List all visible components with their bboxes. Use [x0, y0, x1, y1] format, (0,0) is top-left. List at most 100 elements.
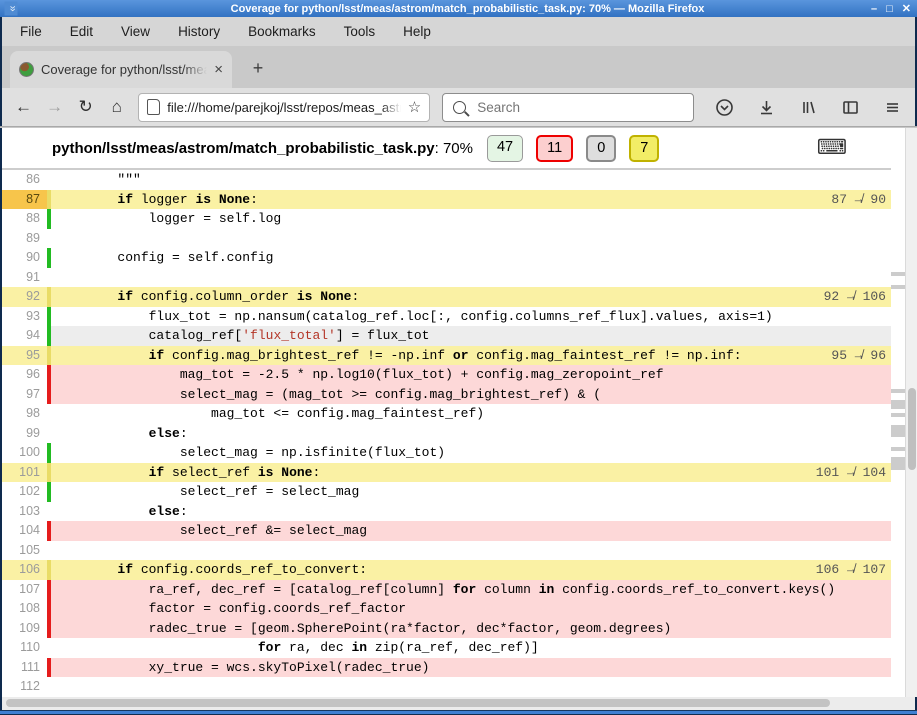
line-number-105[interactable]: 105: [2, 541, 47, 561]
menu-item-history[interactable]: History: [164, 24, 234, 39]
coverage-scroll-marker: [891, 128, 905, 697]
search-input[interactable]: [475, 99, 683, 116]
vertical-scrollbar[interactable]: [905, 128, 917, 697]
line-number-95[interactable]: 95: [2, 346, 47, 366]
source-line-99: 99 else:: [2, 424, 893, 444]
line-code-108: factor = config.coords_ref_factor: [47, 599, 893, 619]
pocket-icon[interactable]: [708, 92, 741, 122]
line-number-102[interactable]: 102: [2, 482, 47, 502]
source-line-88: 88 logger = self.log: [2, 209, 893, 229]
line-code-93: flux_tot = np.nansum(catalog_ref.loc[:, …: [47, 307, 893, 327]
source-line-105: 105: [2, 541, 893, 561]
menu-hamburger-icon[interactable]: [876, 92, 909, 122]
back-button[interactable]: ←: [8, 92, 39, 122]
url-bar[interactable]: file:///home/parejkoj/lsst/repos/meas_as…: [138, 93, 430, 122]
scroll-marker-mark-2: [891, 389, 905, 393]
page-info-icon[interactable]: [147, 99, 160, 115]
sidebar-icon[interactable]: [834, 92, 867, 122]
line-code-97: select_mag = (mag_tot >= config.mag_brig…: [47, 385, 893, 405]
source-line-106: 106 if config.coords_ref_to_convert:106 …: [2, 560, 893, 580]
line-code-105: [47, 541, 893, 561]
badge-lines-excluded[interactable]: 0: [586, 135, 616, 162]
tab-bar: Coverage for python/lsst/mea × +: [2, 46, 915, 88]
source-line-93: 93 flux_tot = np.nansum(catalog_ref.loc[…: [2, 307, 893, 327]
line-number-106[interactable]: 106: [2, 560, 47, 580]
source-line-89: 89: [2, 229, 893, 249]
menu-bar: FileEditViewHistoryBookmarksToolsHelp: [2, 17, 915, 46]
line-number-88[interactable]: 88: [2, 209, 47, 229]
line-text-103: else:: [55, 502, 188, 522]
line-number-107[interactable]: 107: [2, 580, 47, 600]
line-number-92[interactable]: 92: [2, 287, 47, 307]
line-code-96: mag_tot = -2.5 * np.log10(flux_tot) + co…: [47, 365, 893, 385]
line-code-100: select_mag = np.isfinite(flux_tot): [47, 443, 893, 463]
line-number-109[interactable]: 109: [2, 619, 47, 639]
line-number-89[interactable]: 89: [2, 229, 47, 249]
badge-lines-missing[interactable]: 11: [536, 135, 573, 162]
close-button[interactable]: ✕: [902, 2, 911, 15]
tab-coverage[interactable]: Coverage for python/lsst/mea ×: [10, 51, 232, 88]
line-number-99[interactable]: 99: [2, 424, 47, 444]
menu-item-bookmarks[interactable]: Bookmarks: [234, 24, 330, 39]
downloads-icon[interactable]: [750, 92, 783, 122]
window-controls: – □ ✕: [871, 0, 911, 17]
menu-item-file[interactable]: File: [6, 24, 56, 39]
window-title: Coverage for python/lsst/meas/astrom/mat…: [18, 3, 917, 15]
line-number-108[interactable]: 108: [2, 599, 47, 619]
menu-item-help[interactable]: Help: [389, 24, 445, 39]
line-number-98[interactable]: 98: [2, 404, 47, 424]
title-bar[interactable]: » Coverage for python/lsst/meas/astrom/m…: [0, 0, 917, 17]
line-number-93[interactable]: 93: [2, 307, 47, 327]
url-text[interactable]: file:///home/parejkoj/lsst/repos/meas_as…: [167, 100, 401, 115]
new-tab-button[interactable]: +: [246, 56, 270, 80]
line-code-88: logger = self.log: [47, 209, 893, 229]
home-button[interactable]: ⌂: [101, 92, 132, 122]
window-shade-icon[interactable]: »: [5, 2, 18, 16]
toolbar-icons: [708, 92, 909, 122]
line-number-103[interactable]: 103: [2, 502, 47, 522]
badge-lines-run[interactable]: 47: [487, 135, 523, 162]
bookmark-star-icon[interactable]: ☆: [408, 98, 421, 116]
line-text-109: radec_true = [geom.SpherePoint(ra*factor…: [55, 619, 671, 639]
source-line-95: 95 if config.mag_brightest_ref != -np.in…: [2, 346, 893, 366]
window-bottom-border: [0, 710, 917, 715]
line-text-88: logger = self.log: [55, 209, 281, 229]
line-number-100[interactable]: 100: [2, 443, 47, 463]
line-number-112[interactable]: 112: [2, 677, 47, 697]
forward-button[interactable]: →: [39, 92, 70, 122]
search-bar[interactable]: [442, 93, 694, 122]
line-number-104[interactable]: 104: [2, 521, 47, 541]
line-text-90: config = self.config: [55, 248, 273, 268]
menu-item-view[interactable]: View: [107, 24, 164, 39]
tab-close-icon[interactable]: ×: [214, 61, 223, 78]
badge-branches-partial[interactable]: 7: [629, 135, 659, 162]
maximize-button[interactable]: □: [886, 3, 893, 15]
source-line-90: 90 config = self.config: [2, 248, 893, 268]
line-number-90[interactable]: 90: [2, 248, 47, 268]
line-number-94[interactable]: 94: [2, 326, 47, 346]
library-icon[interactable]: [792, 92, 825, 122]
line-number-101[interactable]: 101: [2, 463, 47, 483]
line-code-112: [47, 677, 893, 697]
reload-button[interactable]: ↻: [70, 92, 101, 122]
coverage-header: python/lsst/meas/astrom/match_probabilis…: [2, 128, 905, 170]
line-text-98: mag_tot <= config.mag_faintest_ref): [55, 404, 484, 424]
source-line-91: 91: [2, 268, 893, 288]
minimize-button[interactable]: –: [871, 3, 877, 15]
source-line-107: 107 ra_ref, dec_ref = [catalog_ref[colum…: [2, 580, 893, 600]
keyboard-shortcuts-icon[interactable]: ⌨: [817, 138, 847, 158]
line-number-97[interactable]: 97: [2, 385, 47, 405]
line-number-96[interactable]: 96: [2, 365, 47, 385]
line-text-111: xy_true = wcs.skyToPixel(radec_true): [55, 658, 429, 678]
vertical-scrollbar-thumb[interactable]: [908, 388, 916, 470]
line-text-108: factor = config.coords_ref_factor: [55, 599, 406, 619]
line-number-110[interactable]: 110: [2, 638, 47, 658]
line-number-111[interactable]: 111: [2, 658, 47, 678]
menu-item-tools[interactable]: Tools: [330, 24, 390, 39]
line-number-87[interactable]: 87: [2, 190, 47, 210]
horizontal-scrollbar[interactable]: [2, 697, 915, 710]
line-number-86[interactable]: 86: [2, 170, 47, 190]
line-number-91[interactable]: 91: [2, 268, 47, 288]
horizontal-scrollbar-thumb[interactable]: [6, 699, 830, 707]
menu-item-edit[interactable]: Edit: [56, 24, 107, 39]
